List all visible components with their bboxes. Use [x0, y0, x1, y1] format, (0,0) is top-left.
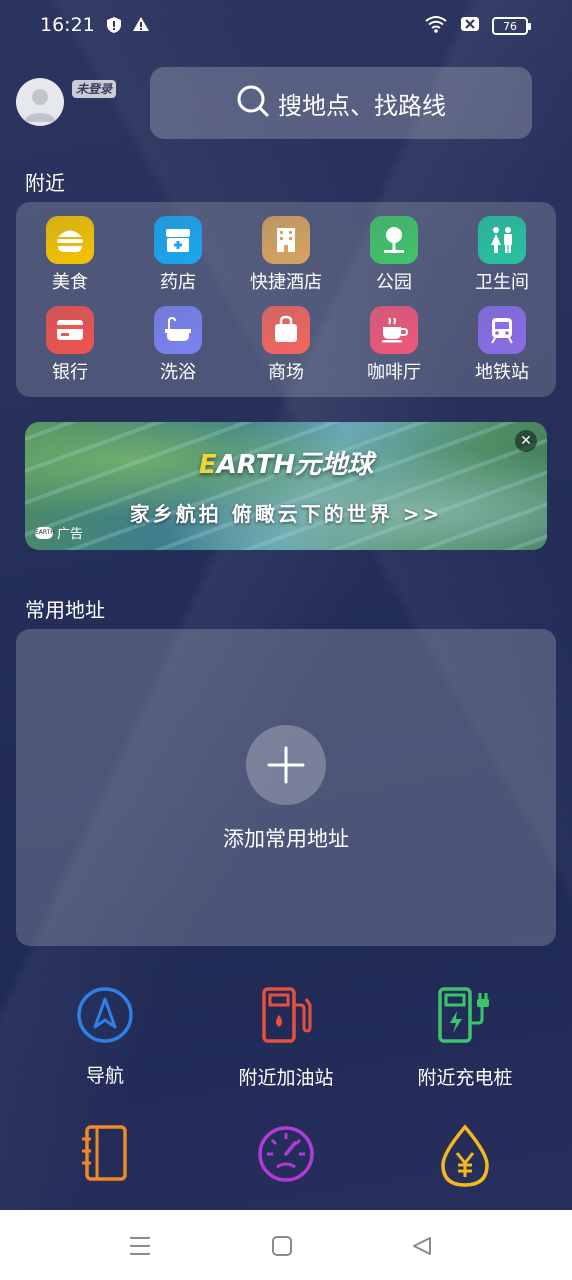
notebook-icon [75, 1123, 135, 1189]
nearby-item-7[interactable]: 商场 [232, 306, 340, 396]
gas-station-icon [256, 985, 316, 1051]
login-badge[interactable]: 未登录 [72, 80, 117, 98]
tool-item-1[interactable]: 附近加油站 [191, 985, 381, 1090]
nearby-item-label: 卫生间 [475, 272, 529, 293]
tool-label: 附近充电桩 [417, 1067, 513, 1089]
status-bar: 16:21 76 [0, 0, 572, 52]
system-nav-bar [0, 1210, 572, 1280]
status-time: 16:21 [40, 14, 95, 36]
nearby-item-4[interactable]: 卫生间 [448, 216, 556, 306]
back-icon[interactable] [408, 1232, 436, 1260]
card-icon [46, 306, 94, 354]
ad-tag-label: 广告 [57, 527, 84, 542]
frequent-address-panel: 添加常用地址 [16, 629, 556, 946]
nearby-item-1[interactable]: 药店 [124, 216, 232, 306]
nearby-item-label: 公园 [376, 272, 412, 293]
ad-banner[interactable]: EARTH元地球 家乡航拍 俯瞰云下的世界 >> ✕ EARTH 广告 [25, 422, 547, 550]
search-icon [236, 84, 270, 122]
tool-item-4[interactable] [191, 1123, 381, 1201]
nearby-panel: 美食 药店 快捷酒店 公园 卫生间银行 洗浴 商场 咖啡厅 地铁站 [16, 202, 556, 397]
nearby-item-label: 药店 [160, 272, 196, 293]
nearby-item-label: 快捷酒店 [250, 272, 322, 293]
ad-subtitle: 家乡航拍 俯瞰云下的世界 >> [129, 502, 443, 526]
home-icon[interactable] [268, 1232, 296, 1260]
nearby-item-label: 咖啡厅 [367, 362, 421, 383]
close-icon[interactable]: ✕ [515, 430, 537, 452]
nearby-item-label: 洗浴 [160, 362, 196, 383]
nearby-item-3[interactable]: 公园 [340, 216, 448, 306]
plus-icon [267, 746, 305, 784]
tool-label: 附近加油站 [238, 1067, 334, 1089]
nearby-item-0[interactable]: 美食 [16, 216, 124, 306]
nearby-item-label: 美食 [52, 272, 88, 293]
nearby-item-5[interactable]: 银行 [16, 306, 124, 396]
yuan-drop-icon [435, 1123, 495, 1193]
restroom-icon [478, 216, 526, 264]
nearby-item-label: 商场 [268, 362, 304, 383]
tool-item-3[interactable] [10, 1123, 200, 1201]
tool-label: 导航 [85, 1065, 124, 1087]
battery-indicator: 76 [492, 17, 531, 35]
search-placeholder: 搜地点、找路线 [278, 91, 446, 120]
sim-blocked-icon [460, 16, 480, 36]
nearby-item-6[interactable]: 洗浴 [124, 306, 232, 396]
warning-icon [132, 16, 150, 38]
tool-item-5[interactable] [370, 1123, 560, 1205]
ad-background-image [25, 422, 547, 550]
tree-icon [370, 216, 418, 264]
shield-icon [106, 16, 122, 38]
search-box[interactable]: 搜地点、找路线 [150, 67, 532, 139]
earth-logo-icon: EARTH [35, 526, 55, 539]
add-address-button[interactable] [246, 725, 326, 805]
nearby-item-8[interactable]: 咖啡厅 [340, 306, 448, 396]
navigation-icon [75, 985, 135, 1049]
ad-tag: EARTH 广告 [35, 523, 83, 542]
add-address-label[interactable]: 添加常用地址 [16, 823, 556, 853]
charging-station-icon [434, 985, 496, 1051]
shopping-bag-icon [262, 306, 310, 354]
ad-title: EARTH元地球 [198, 450, 374, 480]
wifi-icon [424, 15, 448, 37]
bathtub-icon [154, 306, 202, 354]
subway-icon [478, 306, 526, 354]
tool-item-2[interactable]: 附近充电桩 [370, 985, 560, 1090]
nearby-item-2[interactable]: 快捷酒店 [232, 216, 340, 306]
coffee-icon [370, 306, 418, 354]
menu-icon[interactable] [126, 1232, 154, 1260]
tool-item-0[interactable]: 导航 [10, 985, 200, 1088]
nearby-item-label: 银行 [52, 362, 88, 383]
avatar[interactable] [16, 78, 64, 126]
nearby-title: 附近 [25, 171, 65, 195]
frequent-title: 常用地址 [25, 598, 105, 622]
pharmacy-icon [154, 216, 202, 264]
hotel-icon [262, 216, 310, 264]
burger-icon [46, 216, 94, 264]
speedometer-icon [255, 1123, 317, 1189]
nearby-item-9[interactable]: 地铁站 [448, 306, 556, 396]
nearby-item-label: 地铁站 [475, 362, 529, 383]
